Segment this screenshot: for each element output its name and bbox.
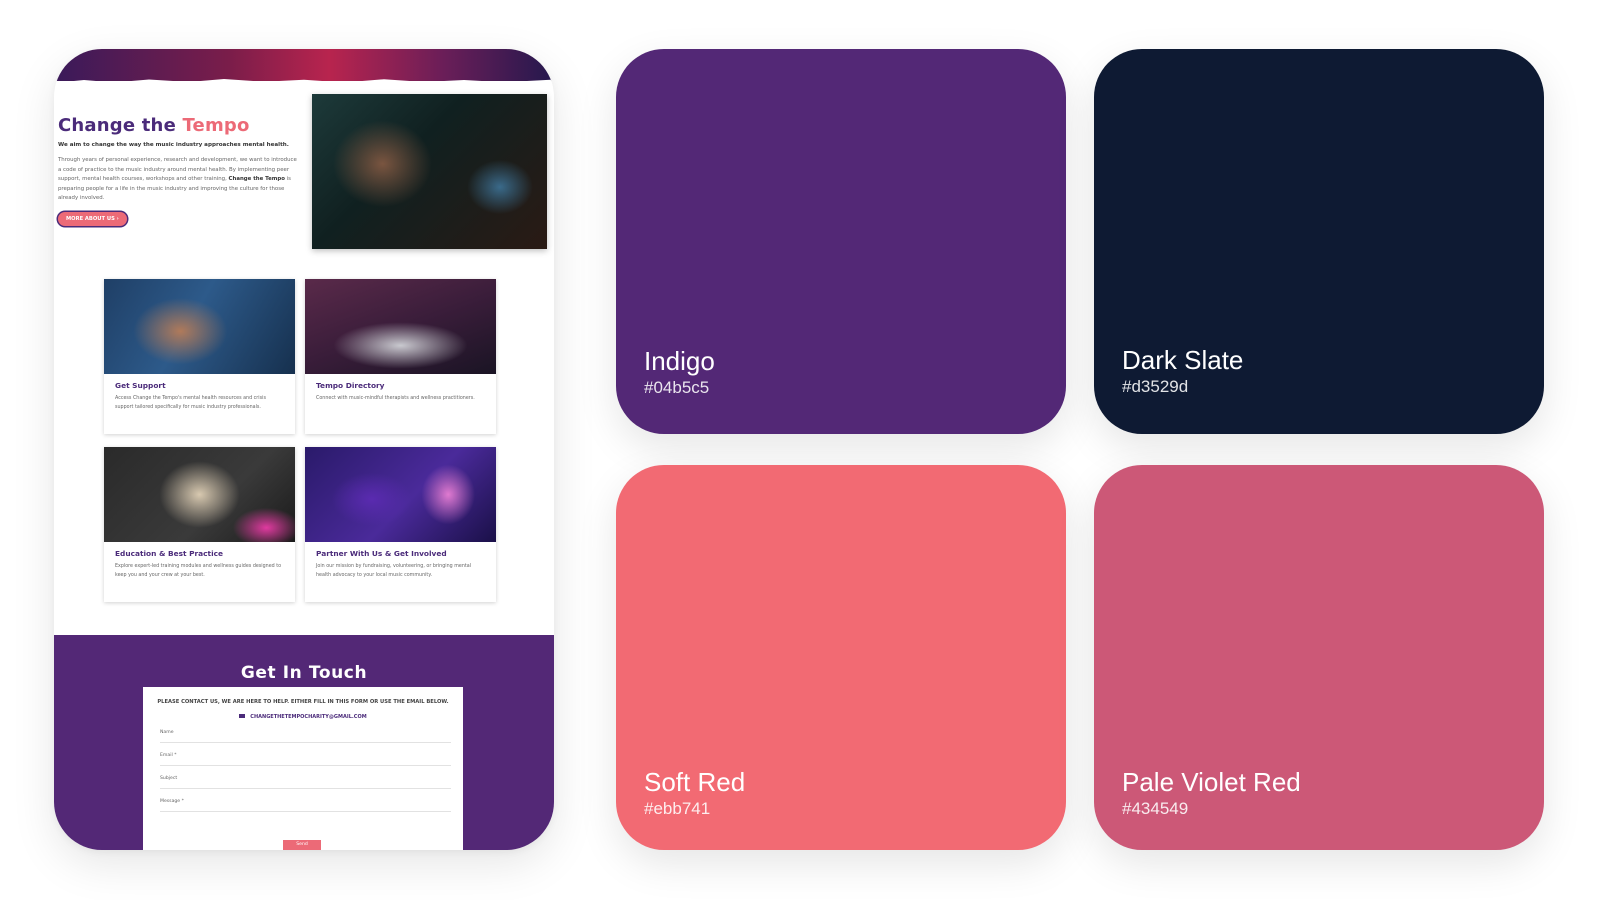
- card-education[interactable]: Education & Best Practice Explore expert…: [104, 447, 295, 602]
- swatch-soft-red: Soft Red #ebb741: [616, 465, 1066, 850]
- card-image: [104, 279, 295, 374]
- card-get-support[interactable]: Get Support Access Change the Tempo's me…: [104, 279, 295, 434]
- intro-title-accent: Tempo: [182, 115, 250, 136]
- mail-icon: [239, 714, 246, 719]
- card-description: Access Change the Tempo's mental health …: [115, 396, 266, 410]
- card-title: Tempo Directory: [316, 381, 385, 390]
- swatch-hex: #d3529d: [1122, 377, 1189, 396]
- email-field[interactable]: Email *: [160, 753, 451, 766]
- send-button[interactable]: Send: [283, 840, 321, 850]
- contact-form: Please contact us, we are here to help. …: [143, 687, 463, 850]
- form-intro: Please contact us, we are here to help. …: [157, 699, 449, 705]
- form-email-link[interactable]: CHANGETHETEMPOCHARITY@GMAIL.COM: [143, 714, 463, 720]
- intro-section: Change the Tempo We aim to change the wa…: [58, 115, 298, 226]
- card-description: Join our mission by fundraising, volunte…: [316, 564, 472, 578]
- contact-section: Get In Touch Please contact us, we are h…: [54, 635, 554, 850]
- intro-title: Change the Tempo: [58, 115, 298, 136]
- website-preview: Change the Tempo We aim to change the wa…: [54, 49, 554, 850]
- intro-body-bold: Change the Tempo: [228, 176, 285, 183]
- swatch-name: Soft Red: [644, 767, 746, 797]
- swatch-name: Indigo: [644, 346, 715, 376]
- swatch-hex: #04b5c5: [644, 378, 710, 397]
- form-email: CHANGETHETEMPOCHARITY@GMAIL.COM: [250, 713, 367, 720]
- card-title: Partner With Us & Get Involved: [316, 549, 447, 558]
- card-tempo-directory[interactable]: Tempo Directory Connect with music-mindf…: [305, 279, 496, 434]
- intro-lead: We aim to change the way the music indus…: [58, 142, 289, 148]
- intro-body: Through years of personal experience, re…: [58, 156, 298, 204]
- swatch-dark-slate: Dark Slate #d3529d: [1094, 49, 1544, 434]
- card-image: [104, 447, 295, 542]
- hero-banner: [54, 49, 554, 81]
- swatch-hex: #ebb741: [644, 799, 711, 818]
- card-description: Connect with music-mindful therapists an…: [316, 396, 475, 401]
- message-field[interactable]: Message *: [160, 799, 451, 812]
- card-title: Get Support: [115, 381, 166, 390]
- card-image: [305, 447, 496, 542]
- band-photo: [312, 94, 547, 249]
- intro-title-main: Change the: [58, 115, 176, 136]
- card-partner[interactable]: Partner With Us & Get Involved Join our …: [305, 447, 496, 602]
- swatch-name: Dark Slate: [1122, 345, 1244, 375]
- swatch-indigo: Indigo #04b5c5: [616, 49, 1066, 434]
- swatch-name: Pale Violet Red: [1122, 767, 1301, 797]
- card-image: [305, 279, 496, 374]
- more-about-us-button[interactable]: MORE ABOUT US ›: [58, 211, 127, 226]
- swatch-hex: #434549: [1122, 799, 1189, 818]
- card-title: Education & Best Practice: [115, 549, 224, 558]
- subject-field[interactable]: Subject: [160, 776, 451, 789]
- swatch-pale-violet-red: Pale Violet Red #434549: [1094, 465, 1544, 850]
- name-field[interactable]: Name: [160, 730, 451, 743]
- card-description: Explore expert-led training modules and …: [115, 564, 282, 578]
- contact-title: Get In Touch: [240, 663, 368, 683]
